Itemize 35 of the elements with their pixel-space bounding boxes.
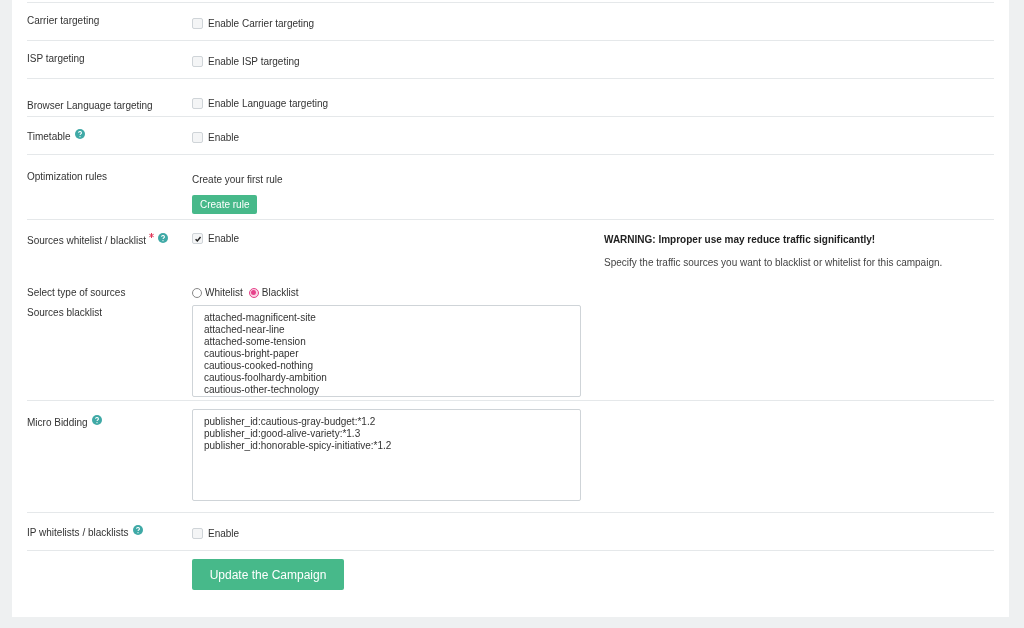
rule-hint: Create your first rule bbox=[192, 173, 283, 187]
help-icon[interactable] bbox=[91, 415, 102, 425]
field-label: ISP targeting bbox=[27, 52, 85, 66]
field-label: Browser Language targeting bbox=[27, 99, 153, 113]
checkbox-label: Enable bbox=[208, 131, 240, 145]
radio-button[interactable] bbox=[248, 287, 259, 298]
warning-text: WARNING: Improper use may reduce traffic significantly! bbox=[604, 233, 877, 247]
checkbox[interactable] bbox=[192, 56, 203, 67]
help-icon[interactable] bbox=[157, 233, 168, 243]
checkbox-label: Enable Language targeting bbox=[208, 97, 329, 111]
field-label: Carrier targeting bbox=[27, 14, 100, 28]
help-text: Specify the traffic sources you want to blacklist or whitelist for this campaign. bbox=[604, 256, 943, 270]
checkbox[interactable] bbox=[192, 18, 203, 29]
radio-button[interactable] bbox=[192, 287, 202, 298]
radio-label: Blacklist bbox=[261, 286, 299, 300]
field-label: Timetable bbox=[27, 130, 71, 144]
field-label: Micro Bidding bbox=[27, 416, 88, 430]
field-label: Optimization rules bbox=[27, 170, 108, 184]
checkbox[interactable] bbox=[192, 132, 203, 143]
checkbox-label: Enable bbox=[208, 232, 240, 246]
text-area-field[interactable]: attached-magnificent-site attached-near-line attached-some-tension cautious-bright-paper cautious-cooked-nothing cautious-foolhardy-ambition cautious-other-technology bbox=[192, 305, 581, 397]
help-icon[interactable] bbox=[74, 129, 85, 139]
radio-label: Whitelist bbox=[205, 286, 243, 300]
checkbox-label: Enable bbox=[208, 527, 240, 541]
checkbox[interactable] bbox=[192, 233, 203, 244]
field-label: IP whitelists / blacklists bbox=[27, 526, 129, 540]
checkbox[interactable] bbox=[192, 528, 203, 539]
checkbox-label: Enable ISP targeting bbox=[208, 55, 300, 69]
text-area-field[interactable]: publisher_id:cautious-gray-budget:*1.2 publisher_id:good-alive-variety:*1.3 publisher_id:honorable-spicy-initiative:*1.2 bbox=[192, 409, 581, 501]
checkbox[interactable] bbox=[192, 98, 203, 109]
field-label: Select type of sources bbox=[27, 286, 127, 300]
field-label: Sources blacklist bbox=[27, 306, 104, 320]
checkbox-label: Enable Carrier targeting bbox=[208, 17, 315, 31]
field-label: Sources whitelist / blacklist bbox=[27, 234, 146, 248]
help-icon[interactable] bbox=[132, 525, 143, 535]
